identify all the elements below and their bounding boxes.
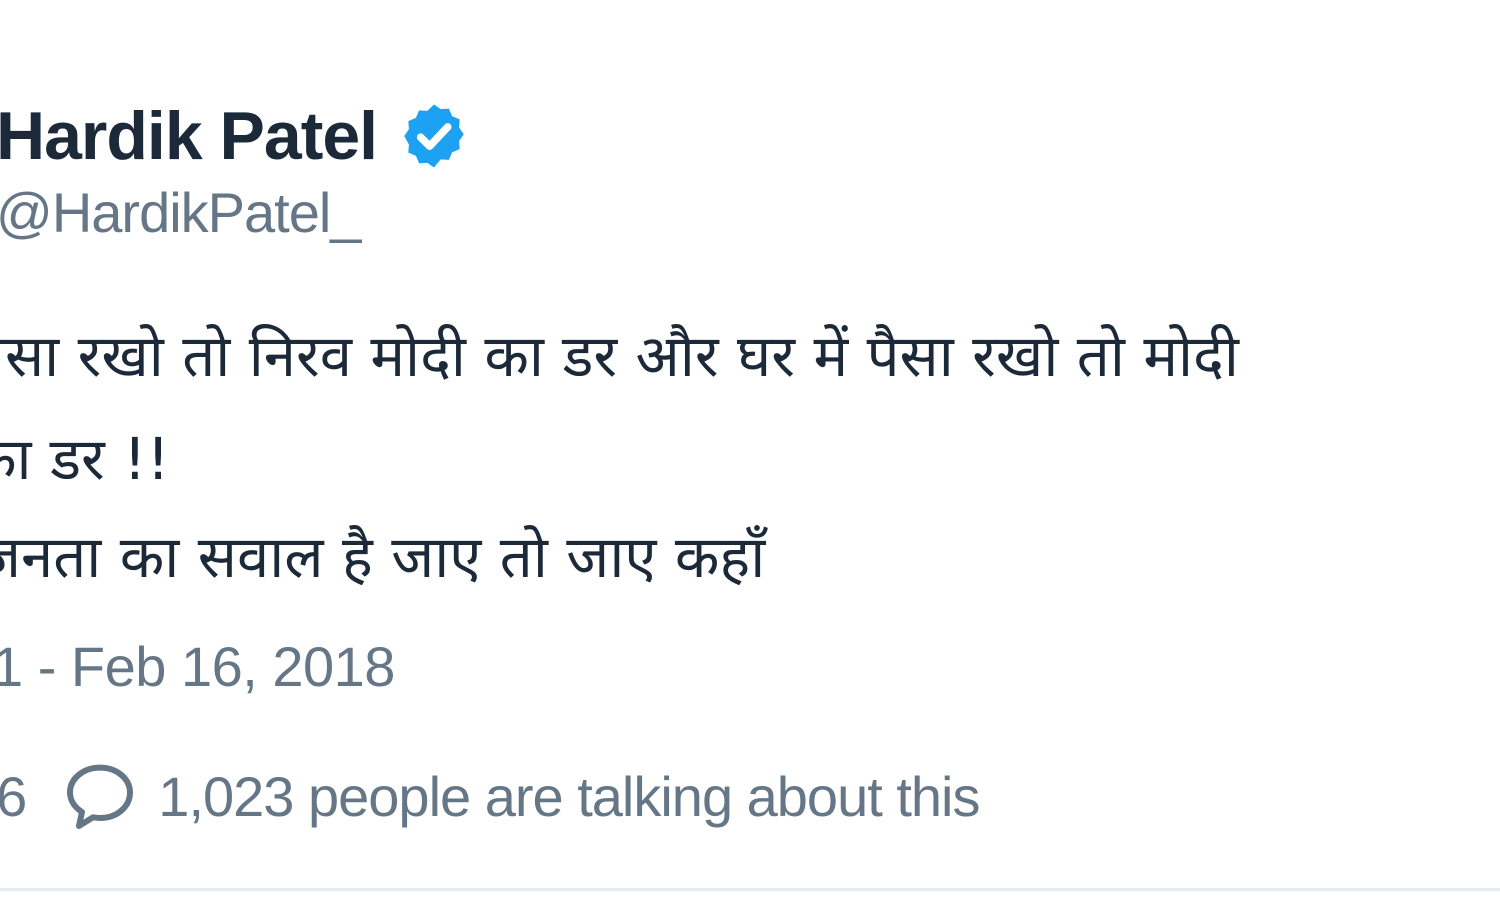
author-display-name[interactable]: Hardik Patel — [0, 97, 378, 175]
tweet-text-line: पैसा रखो तो निरव मोदी का डर और घर में पै… — [0, 322, 1239, 390]
tweet-timestamp[interactable]: 1 - Feb 16, 2018 — [0, 634, 395, 699]
divider — [0, 888, 1500, 891]
talking-about-link[interactable]: 1,023 people are talking about this — [158, 764, 980, 829]
tweet-card: Hardik Patel @HardikPatel_ पैसा रखो तो न… — [0, 0, 1500, 900]
speech-bubble-icon[interactable] — [60, 756, 140, 836]
author-row: Hardik Patel — [0, 96, 469, 176]
author-handle[interactable]: @HardikPatel_ — [0, 180, 361, 245]
tweet-text-line: जनता का सवाल है जाए तो जाए कहाँ — [0, 523, 766, 591]
engagement-row: 56 1,023 people are talking about this — [0, 756, 980, 836]
tweet-text-line: का डर !! — [0, 425, 170, 493]
like-count[interactable]: 56 — [0, 764, 27, 829]
verified-badge-icon — [399, 101, 469, 171]
